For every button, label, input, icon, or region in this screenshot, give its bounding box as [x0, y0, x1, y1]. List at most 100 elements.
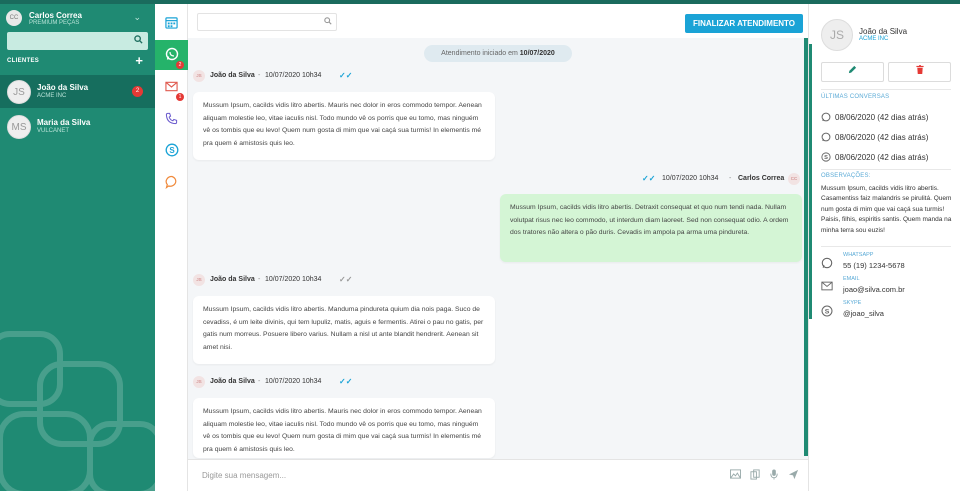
message-bubble-incoming: Mussum Ipsum, cacilds vidis litro aberti…: [193, 296, 495, 364]
svg-text:S: S: [824, 155, 828, 161]
email-icon: [165, 81, 178, 94]
message-header: ✓✓ 10/07/2020 10h34 - Carlos Correa CC: [628, 173, 800, 185]
message-search-input[interactable]: [197, 13, 337, 31]
avatar: MS: [7, 115, 31, 139]
client-name: Maria da Silva: [37, 118, 91, 127]
skype-tab[interactable]: S: [155, 136, 188, 166]
message-input[interactable]: Digite sua mensagem...: [202, 471, 286, 480]
send-icon[interactable]: [788, 469, 799, 483]
unread-badge: 1: [176, 93, 184, 101]
contact-label: WHATSAPP: [843, 252, 874, 258]
chat-panel: FINALIZAR ATENDIMENTO Atendimento inicia…: [188, 4, 808, 491]
chat-tab[interactable]: [155, 168, 188, 198]
channel-rail: 2 1 S: [155, 4, 188, 491]
contact-email[interactable]: EMAIL joao@silva.com.br: [821, 276, 956, 298]
background-pattern: [0, 331, 155, 491]
message-time: 10/07/2020 10h34: [265, 72, 322, 79]
started-date: 10/07/2020: [519, 50, 555, 57]
message-header: JS João da Silva - 10/07/2020 10h34 ✓✓: [193, 376, 393, 388]
user-name: Carlos Correa: [29, 11, 82, 20]
conversation-item[interactable]: 08/06/2020 (42 dias atrás): [821, 112, 956, 124]
message-time: 10/07/2020 10h34: [662, 175, 719, 182]
message-author: João da Silva: [210, 276, 255, 283]
separator: -: [258, 378, 261, 385]
chat-header: FINALIZAR ATENDIMENTO: [188, 4, 808, 38]
finish-service-button[interactable]: FINALIZAR ATENDIMENTO: [685, 14, 803, 33]
chevron-down-icon[interactable]: ⌄: [133, 12, 141, 23]
separator: -: [729, 175, 732, 182]
skype-icon: S: [821, 152, 831, 164]
whatsapp-icon: [821, 132, 831, 144]
skype-icon: S: [821, 305, 833, 320]
calendar-tab[interactable]: [155, 8, 188, 38]
read-check-icon: ✓✓: [642, 174, 656, 183]
conversation-item[interactable]: 08/06/2020 (42 dias atrás): [821, 132, 956, 144]
microphone-icon[interactable]: [770, 469, 778, 483]
trash-icon: [915, 65, 924, 77]
calendar-icon: [165, 16, 178, 31]
read-check-icon: ✓✓: [339, 377, 353, 386]
email-tab[interactable]: 1: [155, 72, 188, 102]
svg-text:S: S: [169, 146, 175, 155]
avatar: CC: [6, 10, 22, 26]
contact-value: 55 (19) 1234-5678: [843, 261, 905, 270]
search-icon[interactable]: [324, 17, 332, 27]
separator: -: [258, 72, 261, 79]
avatar: CC: [788, 173, 800, 185]
contact-label: SKYPE: [843, 300, 862, 306]
attach-file-icon[interactable]: [750, 469, 761, 483]
client-search-input[interactable]: [7, 32, 148, 50]
notes-heading: OBSERVAÇÕES:: [821, 173, 871, 179]
edit-contact-button[interactable]: [821, 62, 884, 82]
message-author: João da Silva: [210, 378, 255, 385]
avatar: JS: [821, 19, 853, 51]
client-item-joao[interactable]: JS João da Silva ACME INC 2: [0, 75, 155, 108]
contact-label: EMAIL: [843, 276, 860, 282]
service-started-banner: Atendimento iniciado em 10/07/2020: [424, 45, 572, 62]
divider: [821, 89, 951, 90]
message-time: 10/07/2020 10h34: [265, 276, 322, 283]
last-conversations-heading: ÚLTIMAS CONVERSAS: [821, 94, 890, 100]
contact-value: joao@silva.com.br: [843, 285, 905, 294]
notes-text: Mussum Ipsum, cacilds vidis litro aberti…: [821, 185, 952, 234]
separator: -: [258, 276, 261, 283]
avatar: JS: [193, 274, 205, 286]
conversation-item[interactable]: S 08/06/2020 (42 dias atrás): [821, 152, 956, 164]
contact-skype[interactable]: S SKYPE @joao_silva: [821, 300, 956, 322]
whatsapp-icon: [821, 112, 831, 124]
client-name: João da Silva: [37, 83, 89, 92]
clients-heading: CLIENTES: [7, 58, 40, 64]
avatar: JS: [7, 80, 31, 104]
message-composer[interactable]: Digite sua mensagem...: [188, 459, 808, 491]
contact-whatsapp[interactable]: WHATSAPP 55 (19) 1234-5678: [821, 252, 956, 274]
whatsapp-icon: [165, 47, 179, 63]
client-sidebar: CC Carlos Correa PREMIUM PEÇAS ⌄ CLIENTE…: [0, 4, 155, 491]
message-author: João da Silva: [210, 72, 255, 79]
delivered-check-icon: ✓✓: [339, 275, 353, 284]
avatar: JS: [193, 376, 205, 388]
image-icon[interactable]: [730, 469, 741, 482]
add-client-button[interactable]: +: [135, 54, 143, 67]
contact-details-panel: JS João da Silva ACME INC ÚLTIMAS CONVER…: [808, 4, 960, 491]
client-company: ACME INC: [37, 93, 67, 99]
client-item-maria[interactable]: MS Maria da Silva VULCANET: [0, 110, 155, 143]
conversation-date: 08/06/2020 (42 dias atrás): [835, 133, 929, 142]
search-icon[interactable]: [134, 35, 143, 46]
read-check-icon: ✓✓: [339, 71, 353, 80]
whatsapp-icon: [821, 257, 833, 272]
message-bubble-incoming: Mussum Ipsum, cacilds vidis litro aberti…: [193, 398, 495, 458]
contact-name: João da Silva: [859, 27, 908, 36]
whatsapp-tab[interactable]: 2: [155, 40, 188, 70]
message-time: 10/07/2020 10h34: [265, 378, 322, 385]
delete-contact-button[interactable]: [888, 62, 951, 82]
details-scrollbar[interactable]: [809, 44, 812, 319]
phone-tab[interactable]: [155, 104, 188, 134]
pencil-icon: [848, 65, 857, 77]
svg-text:S: S: [825, 309, 830, 316]
message-bubble-incoming: Mussum Ipsum, cacilds vidis litro aberti…: [193, 92, 495, 160]
divider: [821, 246, 951, 247]
phone-icon: [165, 112, 178, 127]
user-profile[interactable]: CC Carlos Correa PREMIUM PEÇAS ⌄: [6, 10, 149, 26]
user-company: PREMIUM PEÇAS: [29, 20, 80, 26]
skype-icon: S: [165, 143, 179, 159]
